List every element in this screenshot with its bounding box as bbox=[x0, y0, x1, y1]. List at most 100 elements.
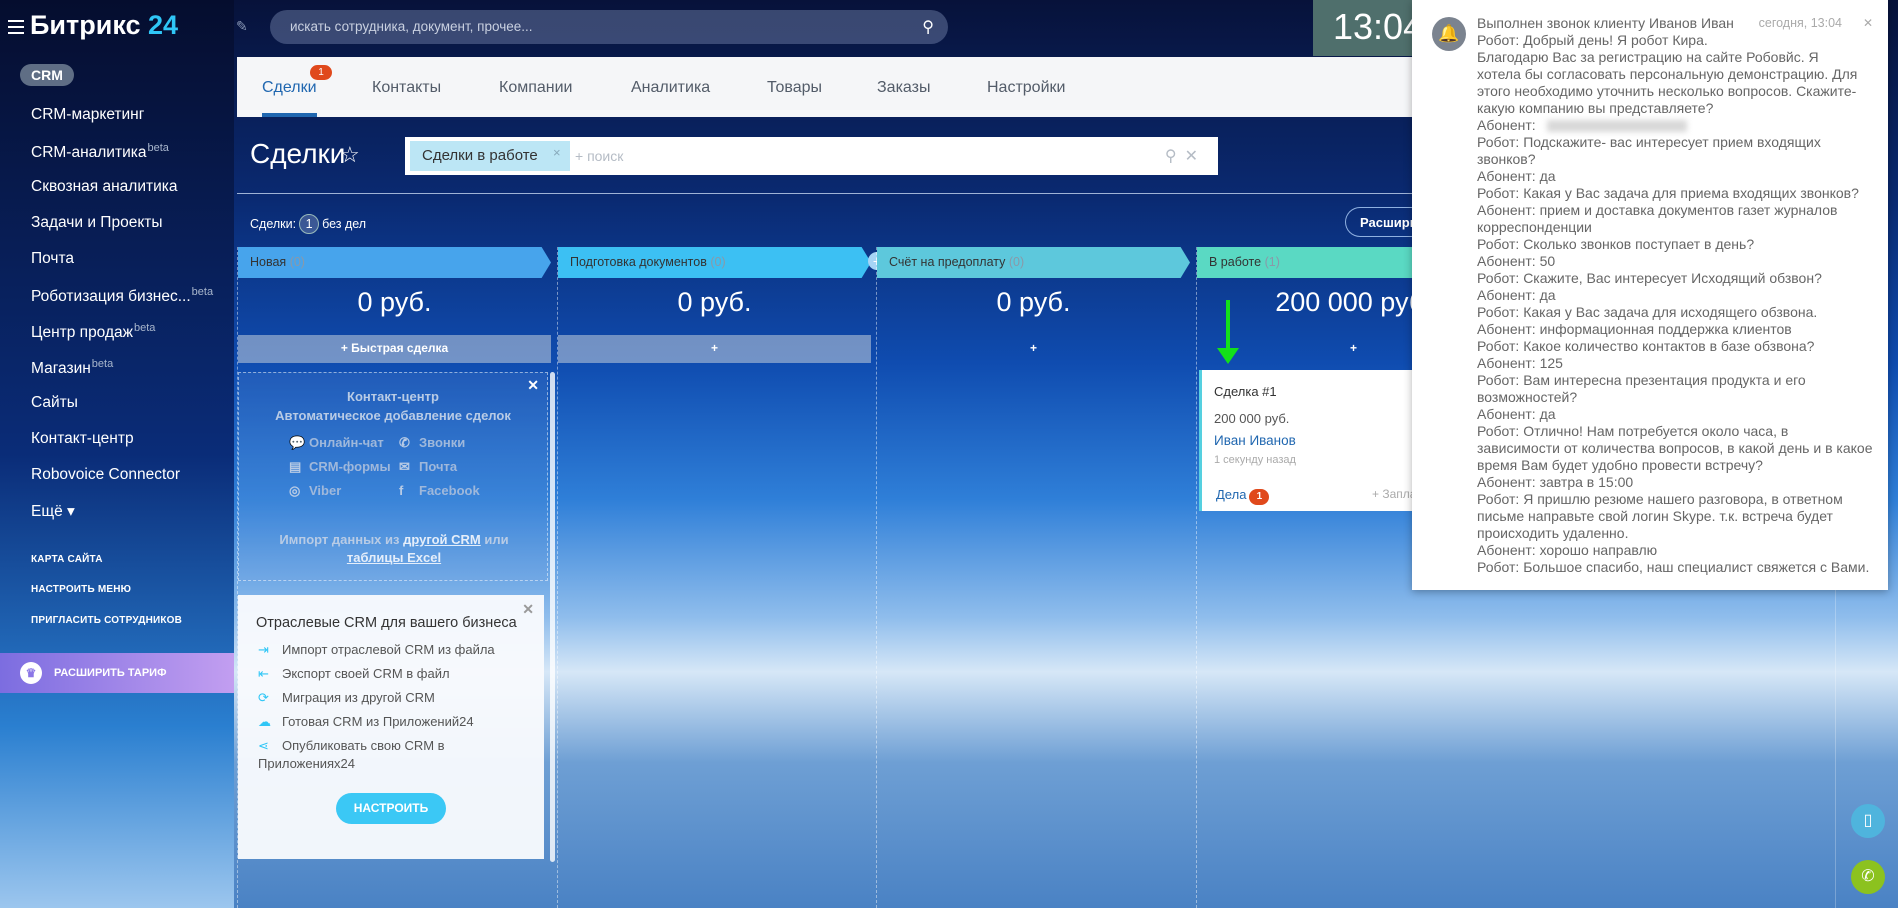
search-icon[interactable]: ⚲ bbox=[922, 17, 934, 37]
quick-deal-button[interactable]: + Быстрая сделка bbox=[238, 335, 551, 363]
industry-item[interactable]: ⟳ Миграция из другой CRM bbox=[258, 689, 435, 707]
logo[interactable]: Битрикс 24 bbox=[30, 10, 178, 41]
mobile-cloud-icon[interactable]: ▯ bbox=[1851, 804, 1885, 838]
tab-companies[interactable]: Компании bbox=[499, 79, 573, 97]
industry-item[interactable]: ⇤ Экспорт своей CRM в файл bbox=[258, 665, 450, 683]
close-icon[interactable]: ✕ bbox=[527, 377, 539, 394]
close-icon[interactable]: ✕ bbox=[522, 601, 534, 618]
sidebar-item-label: Почта bbox=[31, 250, 75, 267]
mail-icon: ✉ bbox=[399, 459, 410, 474]
sidebar-item[interactable]: Центр продажbeta bbox=[31, 322, 155, 342]
crm-tabs: Сделки 1 Контакты Компании Аналитика Тов… bbox=[237, 57, 1413, 117]
tab-deals[interactable]: Сделки bbox=[262, 79, 317, 97]
star-icon[interactable]: ☆ bbox=[340, 142, 360, 168]
add-deal-button[interactable]: + bbox=[558, 335, 871, 363]
remove-chip-icon[interactable]: × bbox=[553, 145, 561, 160]
filter-placeholder: + поиск bbox=[575, 148, 624, 164]
add-deal-button[interactable]: + bbox=[877, 335, 1190, 363]
column-sum: 0 руб. bbox=[677, 287, 752, 317]
search-clear-icons[interactable]: ⚲✕ bbox=[1165, 146, 1206, 166]
beta-label: beta bbox=[134, 322, 156, 334]
transcript-line: Благодарю Вас за регистрацию на сайте Ро… bbox=[1477, 49, 1819, 65]
activities-label: Дела bbox=[1216, 487, 1247, 502]
deal-time: 1 секунду назад bbox=[1214, 454, 1296, 466]
sidebar-item[interactable]: Robovoice Connector bbox=[31, 466, 180, 484]
transcript-line: этого необходимо уточнить несколько вопр… bbox=[1477, 83, 1857, 99]
sidebar-item[interactable]: Роботизация бизнес...beta bbox=[31, 286, 213, 306]
deal-activities[interactable]: Дела 1 bbox=[1216, 487, 1270, 505]
tab-orders[interactable]: Заказы bbox=[877, 79, 930, 97]
sitemap-link[interactable]: КАРТА САЙТА bbox=[31, 554, 103, 565]
filter-search-input[interactable]: Сделки в работе × + поиск ⚲✕ bbox=[405, 137, 1218, 175]
clock[interactable]: 13:04 bbox=[1313, 0, 1423, 56]
cc-subtitle: Автоматическое добавление сделок bbox=[275, 408, 511, 423]
channel-label: Viber bbox=[309, 483, 342, 498]
industry-item[interactable]: ⋖ Опубликовать свою CRM в Приложениях24 bbox=[258, 737, 488, 773]
sidebar-item[interactable]: Сайты bbox=[31, 394, 78, 412]
transcript-line: корреспонденции bbox=[1477, 219, 1592, 235]
industry-item[interactable]: ⇥ Импорт отраслевой CRM из файла bbox=[258, 641, 495, 659]
transcript-line: Абонент: 50 bbox=[1477, 253, 1556, 269]
tab-settings[interactable]: Настройки bbox=[987, 79, 1065, 97]
channel-mail[interactable]: ✉ Почта bbox=[399, 459, 509, 475]
sidebar-item[interactable]: Сквозная аналитика bbox=[31, 178, 177, 196]
import-other-crm-link[interactable]: другой CRM bbox=[403, 532, 481, 547]
sidebar-item[interactable]: Почта bbox=[31, 250, 74, 268]
transcript-line: Робот: Подскажите- вас интересует прием … bbox=[1477, 134, 1821, 150]
deal-contact[interactable]: Иван Иванов bbox=[1214, 433, 1409, 448]
deal-title[interactable]: Сделка #1 bbox=[1214, 384, 1409, 399]
sidebar-item[interactable]: CRM-маркетинг bbox=[31, 106, 144, 124]
channel-crm-forms[interactable]: ▤ CRM-формы bbox=[289, 459, 399, 475]
sidebar-item[interactable]: CRM-аналитикаbeta bbox=[31, 142, 169, 162]
transcript-line: Робот: Отлично! Нам потребуется около ча… bbox=[1477, 423, 1789, 439]
transcript-line: Робот: Я пришлю резюме нашего разговора,… bbox=[1477, 491, 1843, 507]
channel-facebook[interactable]: f Facebook bbox=[399, 483, 509, 499]
phone-icon: ✆ bbox=[399, 435, 410, 450]
sidebar-item-label: Robovoice Connector bbox=[31, 466, 181, 483]
kanban-column-documents: Подготовка документов (0) 0 руб. + + bbox=[557, 247, 886, 908]
column-header[interactable]: Счёт на предоплату (0) bbox=[877, 247, 1190, 278]
edit-icon[interactable]: ✎ bbox=[236, 18, 248, 35]
logo-text: Битрикс bbox=[30, 10, 141, 40]
configure-menu-link[interactable]: НАСТРОИТЬ МЕНЮ bbox=[31, 584, 131, 595]
phone-call-icon[interactable]: ✆ bbox=[1851, 860, 1885, 894]
column-header[interactable]: Подготовка документов (0) bbox=[558, 247, 871, 278]
kanban-column-new: Новая (0) 0 руб. + Быстрая сделка ✕ Конт… bbox=[237, 247, 555, 908]
sidebar-item[interactable]: Задачи и Проекты bbox=[31, 214, 163, 232]
channel-viber[interactable]: ◎ Viber bbox=[289, 483, 399, 499]
green-arrow-annotation bbox=[1217, 300, 1239, 364]
deal-card[interactable]: Сделка #1 200 000 руб. Иван Иванов 1 сек… bbox=[1199, 370, 1468, 511]
industry-crm-widget: ✕ Отраслевые CRM для вашего бизнеса ⇥ Имп… bbox=[238, 595, 544, 859]
sidebar-item-label: Ещё ▾ bbox=[31, 503, 75, 520]
sidebar-item-crm[interactable]: CRM bbox=[20, 64, 74, 86]
configure-button[interactable]: НАСТРОИТЬ bbox=[336, 793, 446, 824]
item-label: Импорт отраслевой CRM из файла bbox=[282, 642, 495, 657]
deal-counter[interactable]: Сделки: 1 без дел bbox=[250, 214, 366, 234]
global-search-input[interactable]: искать сотрудника, документ, прочее... ⚲ bbox=[270, 10, 948, 44]
sidebar-item[interactable]: Магазинbeta bbox=[31, 358, 113, 378]
column-scrollbar[interactable] bbox=[550, 372, 555, 862]
tab-contacts[interactable]: Контакты bbox=[372, 79, 441, 97]
tab-deals-badge: 1 bbox=[310, 65, 332, 80]
tab-analytics[interactable]: Аналитика bbox=[631, 79, 710, 97]
menu-icon[interactable] bbox=[8, 20, 24, 34]
column-header[interactable]: Новая (0) bbox=[238, 247, 551, 278]
industry-item[interactable]: ☁ Готовая CRM из Приложений24 bbox=[258, 713, 474, 731]
item-label: Миграция из другой CRM bbox=[282, 690, 435, 705]
channel-online-chat[interactable]: 💬 Онлайн-чат bbox=[289, 435, 399, 451]
expand-button[interactable]: Расширить bbox=[1345, 207, 1415, 237]
transcript-line: Робот: Добрый день! Я робот Кира. bbox=[1477, 32, 1708, 48]
sidebar-item[interactable]: Ещё ▾ bbox=[31, 502, 75, 521]
activities-badge: 1 bbox=[1249, 489, 1270, 505]
transcript-line: письме направьте свой логин Skype. т.к. … bbox=[1477, 508, 1833, 524]
invite-users-link[interactable]: ПРИГЛАСИТЬ СОТРУДНИКОВ bbox=[31, 615, 182, 626]
column-name: Счёт на предоплату bbox=[889, 255, 1006, 269]
channel-calls[interactable]: ✆ Звонки bbox=[399, 435, 509, 451]
tab-products[interactable]: Товары bbox=[767, 79, 822, 97]
import-text: Импорт данных из другой CRM или таблицы E… bbox=[259, 531, 529, 567]
beta-label: beta bbox=[147, 142, 169, 154]
filter-chip[interactable]: Сделки в работе bbox=[410, 141, 570, 171]
import-excel-link[interactable]: таблицы Excel bbox=[347, 550, 441, 565]
upgrade-plan-button[interactable]: ♛ РАСШИРИТЬ ТАРИФ bbox=[0, 653, 234, 693]
sidebar-item[interactable]: Контакт-центр bbox=[31, 430, 134, 448]
